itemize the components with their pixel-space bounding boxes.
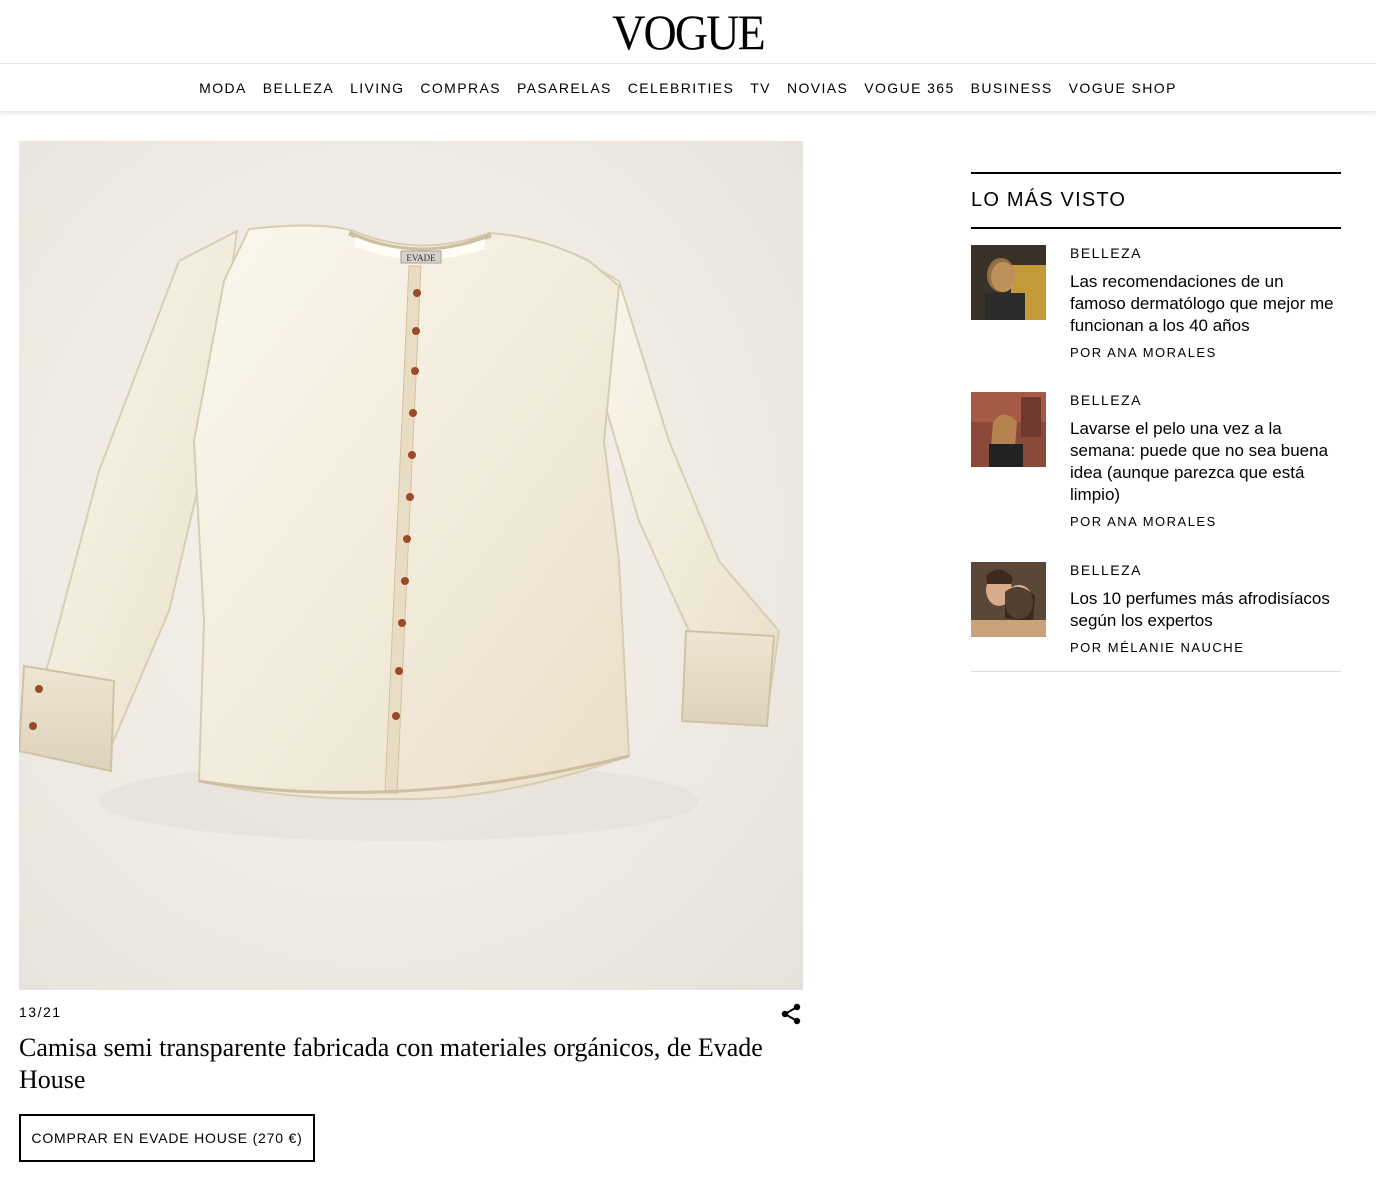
sidebar-divider xyxy=(971,671,1341,672)
article-title[interactable]: Los 10 perfumes más afrodisíacos según l… xyxy=(1070,588,1342,632)
buy-button[interactable]: COMPRAR EN EVADE HOUSE (270 €) xyxy=(19,1114,315,1162)
nav-item-living[interactable]: LIVING xyxy=(342,80,412,96)
blouse-illustration: EVADE xyxy=(19,224,781,841)
article-thumbnail[interactable] xyxy=(971,245,1046,320)
article-category[interactable]: BELLEZA xyxy=(1070,245,1342,261)
sidebar-heading: LO MÁS VISTO xyxy=(971,172,1341,229)
article-thumbnail[interactable] xyxy=(971,392,1046,467)
nav-item-moda[interactable]: MODA xyxy=(191,80,255,96)
slide-counter: 13/21 xyxy=(19,1004,62,1020)
article-title[interactable]: Lavarse el pelo una vez a la semana: pue… xyxy=(1070,418,1342,506)
gallery-image[interactable]: EVADE xyxy=(19,141,803,990)
most-viewed-sidebar: LO MÁS VISTO xyxy=(971,172,1341,229)
main-nav: MODA BELLEZA LIVING COMPRAS PASARELAS CE… xyxy=(0,64,1376,112)
article-category[interactable]: BELLEZA xyxy=(1070,562,1342,578)
nav-item-novias[interactable]: NOVIAS xyxy=(779,80,856,96)
nav-item-celebrities[interactable]: CELEBRITIES xyxy=(620,80,742,96)
site-header: VOGUE xyxy=(0,0,1376,64)
nav-item-tv[interactable]: TV xyxy=(742,80,779,96)
nav-item-vogue-shop[interactable]: VOGUE SHOP xyxy=(1061,80,1185,96)
article-title[interactable]: Las recomendaciones de un famoso dermató… xyxy=(1070,271,1342,337)
nav-item-business[interactable]: BUSINESS xyxy=(963,80,1061,96)
share-icon[interactable] xyxy=(780,1003,802,1025)
nav-item-pasarelas[interactable]: PASARELAS xyxy=(509,80,620,96)
image-caption: Camisa semi transparente fabricada con m… xyxy=(19,1033,763,1094)
nav-item-belleza[interactable]: BELLEZA xyxy=(255,80,342,96)
article-thumbnail[interactable] xyxy=(971,562,1046,637)
article-author: POR MÉLANIE NAUCHE xyxy=(1070,640,1245,655)
brand-label: EVADE xyxy=(406,253,436,263)
article-author: POR ANA MORALES xyxy=(1070,345,1217,360)
article-author: POR ANA MORALES xyxy=(1070,514,1217,529)
article-category[interactable]: BELLEZA xyxy=(1070,392,1342,408)
nav-item-vogue-365[interactable]: VOGUE 365 xyxy=(856,80,962,96)
nav-item-compras[interactable]: COMPRAS xyxy=(412,80,509,96)
vogue-logo[interactable]: VOGUE xyxy=(55,6,1321,58)
